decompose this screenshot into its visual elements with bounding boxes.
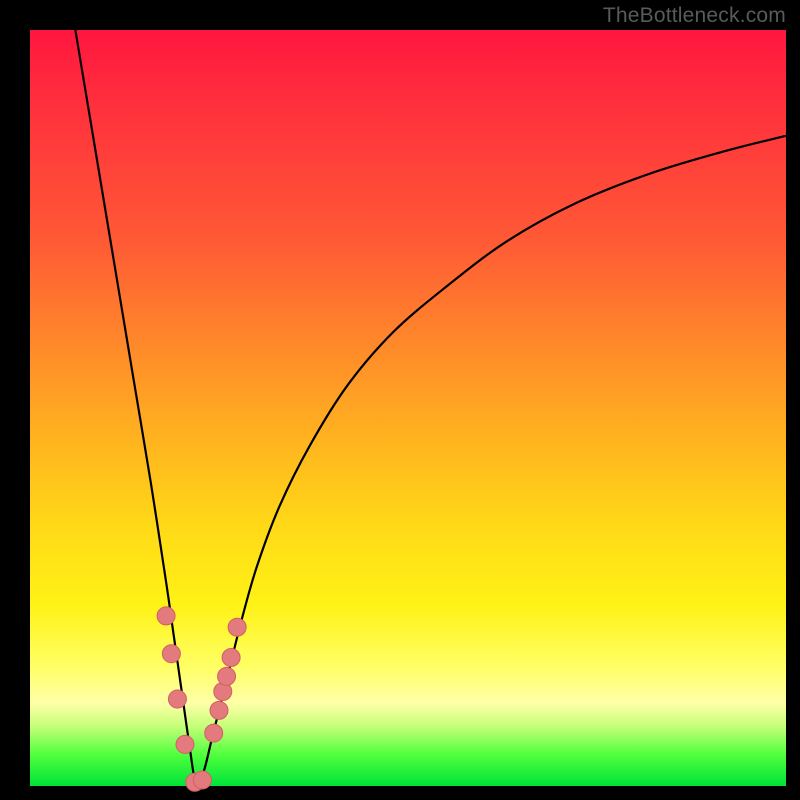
marker-dot — [210, 701, 228, 719]
marker-dot — [222, 648, 240, 666]
highlighted-points — [157, 607, 246, 791]
plot-area — [30, 30, 786, 786]
chart-frame: TheBottleneck.com — [0, 0, 800, 800]
marker-dot — [205, 724, 223, 742]
marker-dot — [157, 607, 175, 625]
bottleneck-curve — [75, 30, 786, 787]
marker-dot — [228, 618, 246, 636]
watermark-text: TheBottleneck.com — [603, 4, 786, 28]
marker-dot — [176, 735, 194, 753]
marker-dot — [162, 645, 180, 663]
marker-dot — [193, 771, 211, 789]
curve-layer — [30, 30, 786, 786]
marker-dot — [168, 690, 186, 708]
marker-dot — [218, 667, 236, 685]
